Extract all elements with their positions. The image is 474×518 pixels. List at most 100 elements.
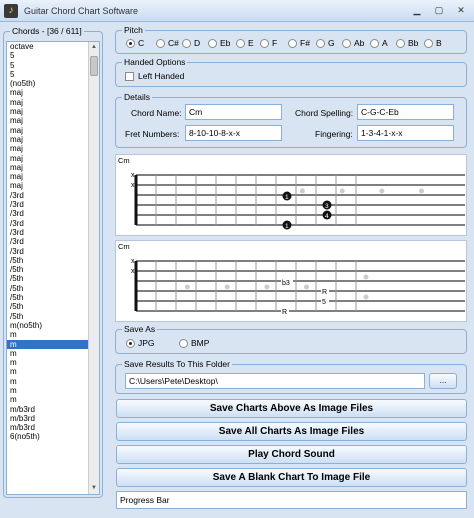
pitch-radio-c[interactable]: C <box>126 38 144 48</box>
pitch-title: Pitch <box>122 25 145 35</box>
chord-list-item[interactable]: /5th <box>7 265 99 274</box>
pitch-radio-dot[interactable] <box>208 38 217 48</box>
chord-list-item[interactable]: m <box>7 377 99 386</box>
title-bar: ♪ Guitar Chord Chart Software ▁ ▢ ✕ <box>0 0 474 22</box>
pitch-radio-f[interactable]: F <box>260 38 277 48</box>
folder-path-field[interactable]: C:\Users\Pete\Desktop\ <box>125 373 425 389</box>
pitch-radio-csharp[interactable]: C# <box>156 38 179 48</box>
fret-numbers-field[interactable]: 8-10-10-8-x-x <box>185 125 282 141</box>
chord-list-item[interactable]: /3rd <box>7 200 99 209</box>
scroll-up-icon[interactable]: ▲ <box>89 42 99 53</box>
bmp-radio[interactable]: BMP <box>179 338 209 348</box>
pitch-label: G <box>328 38 335 48</box>
chord-list-item[interactable]: m <box>7 367 99 376</box>
chord-list-item[interactable]: maj <box>7 163 99 172</box>
position-marker <box>363 294 369 300</box>
chord-list-item[interactable]: m/b3rd <box>7 423 99 432</box>
pitch-radio-dot[interactable] <box>316 38 325 48</box>
pitch-radio-ab[interactable]: Ab <box>342 38 364 48</box>
chord-list-item[interactable]: m/b3rd <box>7 414 99 423</box>
chord-list-item[interactable]: /3rd <box>7 228 99 237</box>
pitch-radio-dot[interactable] <box>424 38 433 48</box>
pitch-radio-dot[interactable] <box>156 38 165 48</box>
position-marker <box>224 284 230 290</box>
pitch-radio-bb[interactable]: Bb <box>396 38 418 48</box>
pitch-radio-fsharp[interactable]: F# <box>288 38 310 48</box>
chord-list-item[interactable]: maj <box>7 98 99 107</box>
chord-list-item[interactable]: 6(no5th) <box>7 432 99 441</box>
chord-list-item[interactable]: (no5th) <box>7 79 99 88</box>
app-icon: ♪ <box>4 3 18 18</box>
chord-list-item[interactable]: /3rd <box>7 191 99 200</box>
chord-list-item[interactable]: /5th <box>7 256 99 265</box>
maximize-button[interactable]: ▢ <box>430 3 448 19</box>
pitch-radio-g[interactable]: G <box>316 38 335 48</box>
chord-list-item[interactable]: maj <box>7 126 99 135</box>
pitch-radio-dot[interactable] <box>126 38 135 48</box>
chord-list-item[interactable]: 5 <box>7 61 99 70</box>
position-marker <box>299 188 305 194</box>
pitch-radio-dot[interactable] <box>370 38 379 48</box>
chord-list-item[interactable]: maj <box>7 135 99 144</box>
pitch-radio-dot[interactable] <box>396 38 405 48</box>
chord-list-item[interactable]: 5 <box>7 51 99 60</box>
minimize-button[interactable]: ▁ <box>408 3 426 19</box>
chord-list-item[interactable]: m <box>7 339 99 349</box>
chord-list-item[interactable]: /5th <box>7 284 99 293</box>
chord-list-item[interactable]: m <box>7 386 99 395</box>
chord-list-item[interactable]: maj <box>7 107 99 116</box>
chord-list-item[interactable]: maj <box>7 172 99 181</box>
chord-list-item[interactable]: /3rd <box>7 237 99 246</box>
scroll-thumb[interactable] <box>90 56 98 76</box>
chord-list-item[interactable]: maj <box>7 154 99 163</box>
chord-list-item[interactable]: /5th <box>7 302 99 311</box>
pitch-radio-dot[interactable] <box>182 38 191 48</box>
chord-list-item[interactable]: /5th <box>7 312 99 321</box>
fingering-field[interactable]: 1-3-4-1-x-x <box>357 125 454 141</box>
jpg-radio[interactable]: JPG <box>126 338 155 348</box>
chord-name-field[interactable]: Cm <box>185 104 282 120</box>
pitch-radio-dot[interactable] <box>288 38 297 48</box>
chord-list-item[interactable]: /3rd <box>7 209 99 218</box>
note-label: R <box>282 309 287 316</box>
save-all-button[interactable]: Save All Charts As Image Files <box>116 422 467 441</box>
bmp-radio-dot[interactable] <box>179 338 188 348</box>
save-above-button[interactable]: Save Charts Above As Image Files <box>116 399 467 418</box>
chord-list-item[interactable]: /5th <box>7 274 99 283</box>
pitch-radio-d[interactable]: D <box>182 38 200 48</box>
chord-list-item[interactable]: maj <box>7 181 99 190</box>
pitch-radio-eb[interactable]: Eb <box>208 38 230 48</box>
chord-list-item[interactable]: maj <box>7 144 99 153</box>
chord-list-item[interactable]: m <box>7 330 99 339</box>
chord-list-item[interactable]: maj <box>7 116 99 125</box>
pitch-radio-b[interactable]: B <box>424 38 442 48</box>
scroll-down-icon[interactable]: ▼ <box>89 483 99 494</box>
chord-list-item[interactable]: m <box>7 358 99 367</box>
chord-list-item[interactable]: m <box>7 349 99 358</box>
left-handed-checkbox[interactable]: Left Handed <box>125 71 184 81</box>
chord-list-item[interactable]: maj <box>7 88 99 97</box>
left-handed-box[interactable] <box>125 71 134 81</box>
close-button[interactable]: ✕ <box>452 3 470 19</box>
chord-list-item[interactable]: /3rd <box>7 247 99 256</box>
chord-spelling-field[interactable]: C-G-C-Eb <box>357 104 454 120</box>
chord-list-item[interactable]: /5th <box>7 293 99 302</box>
chord-list-item[interactable]: m <box>7 395 99 404</box>
chord-list-item[interactable]: octave <box>7 42 99 51</box>
chord-list-scrollbar[interactable]: ▲ ▼ <box>88 42 99 494</box>
chart1-fretboard: x x 1 3 4 1 <box>131 172 465 230</box>
pitch-radio-e[interactable]: E <box>236 38 254 48</box>
browse-button[interactable]: ... <box>429 373 457 389</box>
pitch-radio-a[interactable]: A <box>370 38 388 48</box>
pitch-radio-dot[interactable] <box>260 38 269 48</box>
play-sound-button[interactable]: Play Chord Sound <box>116 445 467 464</box>
chord-list[interactable]: octave 5 5 5 (no5th) maj maj maj maj maj maj maj maj… <box>6 41 100 495</box>
save-blank-button[interactable]: Save A Blank Chart To Image File <box>116 468 467 487</box>
chord-list-item[interactable]: 5 <box>7 70 99 79</box>
pitch-radio-dot[interactable] <box>236 38 245 48</box>
chord-list-item[interactable]: /3rd <box>7 219 99 228</box>
jpg-radio-dot[interactable] <box>126 338 135 348</box>
chord-list-item[interactable]: m(no5th) <box>7 321 99 330</box>
chord-list-item[interactable]: m/b3rd <box>7 405 99 414</box>
pitch-radio-dot[interactable] <box>342 38 351 48</box>
